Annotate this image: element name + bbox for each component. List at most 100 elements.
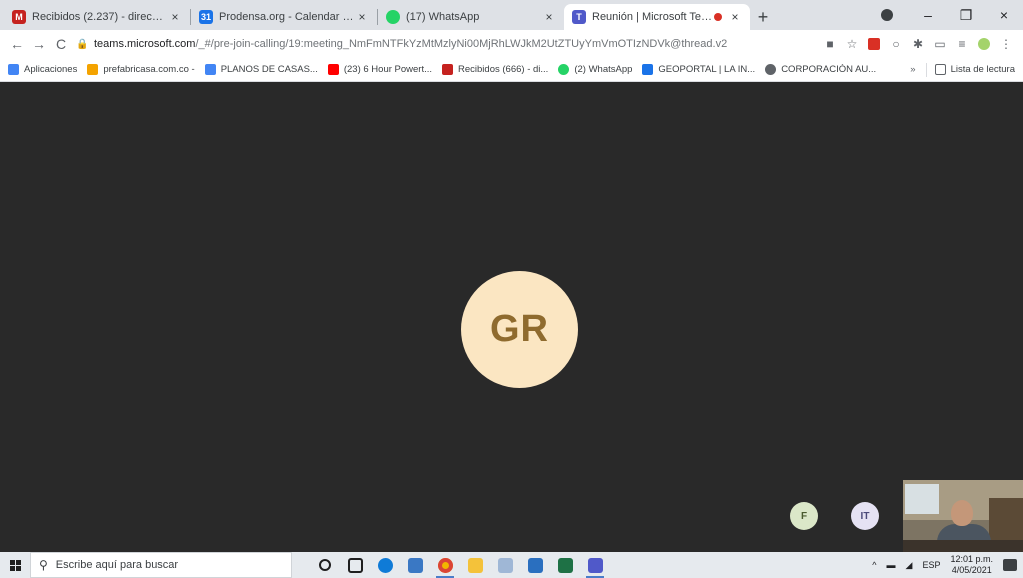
tab-title: Prodensa.org - Calendar - Sema bbox=[219, 11, 355, 23]
bookmark-planos[interactable]: PLANOS DE CASAS... bbox=[204, 64, 318, 75]
bookmarks-right: » Lista de lectura bbox=[910, 62, 1015, 77]
minimize-button[interactable]: – bbox=[909, 7, 947, 23]
search-icon: ⚲ bbox=[39, 558, 48, 572]
gmail-icon: M bbox=[12, 10, 26, 24]
tab-title: Recibidos (2.237) - direccion@p bbox=[32, 11, 168, 23]
teams-icon: T bbox=[572, 10, 586, 24]
system-tray: ^ ▬ ◢ ESP 12:01 p.m. 4/05/2021 bbox=[872, 552, 1023, 578]
taskbar-explorer[interactable] bbox=[460, 552, 490, 578]
prefabricasa-icon bbox=[87, 64, 99, 75]
back-button[interactable]: ← bbox=[6, 36, 28, 52]
participant-avatar[interactable]: IT bbox=[851, 502, 879, 530]
geoportal-icon bbox=[642, 64, 654, 75]
whatsapp-icon bbox=[386, 10, 400, 24]
taskbar-app-outlook[interactable] bbox=[490, 552, 520, 578]
video-person-head bbox=[951, 500, 973, 526]
mail-icon bbox=[527, 557, 543, 573]
network-icon[interactable]: ▬ bbox=[887, 560, 896, 570]
taskbar-chrome[interactable] bbox=[430, 552, 460, 578]
caller-avatar: GR bbox=[461, 271, 578, 388]
store-icon bbox=[407, 557, 423, 573]
lock-icon[interactable]: 🔒 bbox=[76, 39, 90, 50]
close-tab-icon[interactable]: × bbox=[728, 10, 742, 24]
opera-extension-icon[interactable]: ○ bbox=[885, 36, 907, 52]
extension-icon[interactable]: ✱ bbox=[907, 36, 929, 52]
maximize-button[interactable]: ❐ bbox=[947, 7, 985, 24]
clock[interactable]: 12:01 p.m. 4/05/2021 bbox=[950, 554, 993, 576]
browser-toolbar: ← → C 🔒 teams.microsoft.com /_#/pre-join… bbox=[0, 30, 1023, 58]
reading-list-icon[interactable]: ≡ bbox=[951, 36, 973, 52]
reading-list-icon bbox=[934, 64, 946, 75]
address-bar[interactable]: 🔒 teams.microsoft.com /_#/pre-join-calli… bbox=[76, 33, 811, 55]
taskbar-apps bbox=[310, 552, 610, 578]
cast-icon[interactable]: ▭ bbox=[929, 36, 951, 52]
more-bookmarks-button[interactable]: » bbox=[910, 64, 915, 75]
bookmark-corporacion[interactable]: CORPORACIÓN AU... bbox=[765, 64, 876, 75]
task-view-button[interactable] bbox=[340, 552, 370, 578]
tab-gmail[interactable]: M Recibidos (2.237) - direccion@p × bbox=[4, 4, 190, 30]
bookmark-gmail[interactable]: Recibidos (666) - di... bbox=[442, 64, 548, 75]
apps-grid-icon bbox=[8, 64, 19, 75]
task-view-icon bbox=[347, 557, 363, 573]
pdf-extension-icon[interactable] bbox=[863, 36, 885, 52]
close-tab-icon[interactable]: × bbox=[542, 10, 556, 24]
tray-overflow-icon[interactable]: ^ bbox=[872, 560, 876, 570]
tab-whatsapp[interactable]: (17) WhatsApp × bbox=[378, 4, 564, 30]
recording-indicator-icon bbox=[714, 13, 722, 21]
participant-avatar[interactable]: F bbox=[790, 502, 818, 530]
close-window-button[interactable]: × bbox=[985, 7, 1023, 23]
gmail-icon bbox=[442, 64, 454, 75]
windows-taskbar: ⚲ Escribe aquí para buscar ^ ▬ ◢ ESP 12:… bbox=[0, 552, 1023, 578]
start-button[interactable] bbox=[0, 552, 30, 578]
calendar-icon: 31 bbox=[199, 10, 213, 24]
url-path: /_#/pre-join-calling/19:meeting_NmFmNTFk… bbox=[195, 38, 728, 50]
bookmark-prefabricasa[interactable]: prefabricasa.com.co - bbox=[87, 64, 195, 75]
video-desk bbox=[903, 540, 1023, 552]
cortana-icon bbox=[319, 559, 331, 571]
bookmark-geoportal[interactable]: GEOPORTAL | LA IN... bbox=[642, 64, 755, 75]
volume-icon[interactable]: ◢ bbox=[906, 560, 913, 571]
profile-avatar-icon[interactable] bbox=[973, 36, 995, 52]
bookmarks-bar: Aplicaciones prefabricasa.com.co - PLANO… bbox=[0, 58, 1023, 82]
taskbar-excel[interactable] bbox=[550, 552, 580, 578]
taskbar-search-box[interactable]: ⚲ Escribe aquí para buscar bbox=[30, 552, 292, 578]
reload-button[interactable]: C bbox=[50, 36, 72, 52]
taskbar-teams[interactable] bbox=[580, 552, 610, 578]
chrome-icon bbox=[437, 557, 453, 573]
cortana-button[interactable] bbox=[310, 552, 340, 578]
reading-list-button[interactable]: Lista de lectura bbox=[934, 64, 1015, 75]
bookmark-whatsapp[interactable]: (2) WhatsApp bbox=[558, 64, 632, 75]
meeting-stage: GR F IT bbox=[0, 82, 1023, 552]
notifications-icon[interactable] bbox=[1003, 559, 1017, 571]
youtube-icon bbox=[327, 64, 339, 75]
globe-icon bbox=[765, 64, 777, 75]
forward-button[interactable]: → bbox=[28, 36, 50, 52]
excel-icon bbox=[557, 557, 573, 573]
bookmark-star-icon[interactable]: ☆ bbox=[841, 36, 863, 52]
tab-title: (17) WhatsApp bbox=[406, 11, 480, 23]
video-window bbox=[905, 484, 939, 514]
new-tab-button[interactable]: + bbox=[750, 4, 776, 30]
folder-icon bbox=[467, 557, 483, 573]
camera-icon[interactable]: ■ bbox=[819, 36, 841, 52]
search-placeholder: Escribe aquí para buscar bbox=[55, 559, 179, 571]
close-tab-icon[interactable]: × bbox=[355, 10, 369, 24]
tab-title: Reunión | Microsoft Teams bbox=[592, 11, 714, 23]
outlook-icon bbox=[497, 557, 513, 573]
bookmark-youtube[interactable]: (23) 6 Hour Powert... bbox=[327, 64, 432, 75]
taskbar-store[interactable] bbox=[400, 552, 430, 578]
bookmark-apps[interactable]: Aplicaciones bbox=[8, 64, 77, 75]
close-tab-icon[interactable]: × bbox=[168, 10, 182, 24]
google-icon bbox=[204, 64, 216, 75]
menu-icon[interactable]: ⋮ bbox=[995, 36, 1017, 52]
taskbar-edge[interactable] bbox=[370, 552, 400, 578]
bookmarks-divider bbox=[925, 62, 927, 77]
tab-calendar[interactable]: 31 Prodensa.org - Calendar - Sema × bbox=[191, 4, 377, 30]
self-video-preview[interactable] bbox=[903, 480, 1023, 552]
url-host: teams.microsoft.com bbox=[94, 38, 196, 50]
tab-teams[interactable]: T Reunión | Microsoft Teams × bbox=[564, 4, 750, 30]
profile-icon[interactable] bbox=[881, 9, 893, 21]
clock-date: 4/05/2021 bbox=[951, 565, 992, 575]
taskbar-app-word[interactable] bbox=[520, 552, 550, 578]
language-indicator[interactable]: ESP bbox=[922, 560, 940, 570]
